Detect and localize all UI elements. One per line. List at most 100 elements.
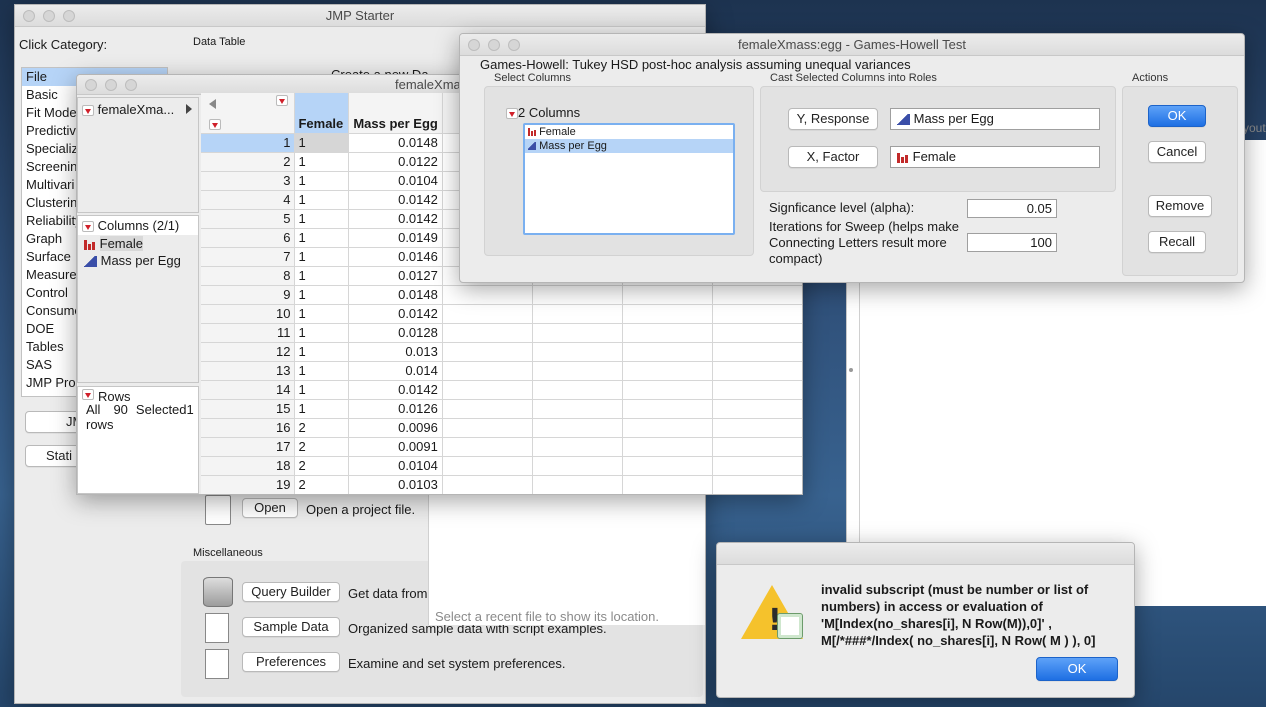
list-item-mass[interactable]: Mass per Egg (525, 139, 733, 153)
empty-cell[interactable] (532, 418, 623, 438)
close-icon[interactable] (468, 39, 480, 51)
female-cell[interactable]: 2 (294, 437, 350, 457)
zoom-icon[interactable] (508, 39, 520, 51)
sweep-field[interactable]: 100 (967, 233, 1057, 252)
row-number-cell[interactable]: 14 (201, 380, 296, 400)
female-cell[interactable]: 1 (294, 304, 350, 324)
mass-cell[interactable]: 0.0142 (348, 380, 443, 400)
column-list-menu-icon[interactable] (506, 108, 518, 120)
female-cell[interactable]: 1 (294, 171, 350, 191)
empty-cell[interactable] (622, 399, 713, 419)
female-cell[interactable]: 1 (294, 342, 350, 362)
female-cell[interactable]: 1 (294, 190, 350, 210)
row-number-cell[interactable]: 8 (201, 266, 296, 286)
mass-cell[interactable]: 0.0103 (348, 475, 443, 494)
splitter-handle[interactable] (849, 368, 853, 372)
empty-cell[interactable] (622, 418, 713, 438)
mass-cell[interactable]: 0.014 (348, 361, 443, 381)
empty-cell[interactable] (712, 380, 802, 400)
empty-cell[interactable] (532, 380, 623, 400)
mass-cell[interactable]: 0.0142 (348, 209, 443, 229)
empty-cell[interactable] (622, 342, 713, 362)
mass-cell[interactable]: 0.0126 (348, 399, 443, 419)
ok-button[interactable]: OK (1148, 105, 1206, 127)
row-number-cell[interactable]: 7 (201, 247, 296, 267)
table-row[interactable]: 10 1 0.0142 (201, 304, 802, 324)
empty-cell[interactable] (712, 285, 802, 305)
table-row[interactable]: 9 1 0.0148 (201, 285, 802, 305)
empty-cell[interactable] (622, 285, 713, 305)
open-button[interactable]: Open (242, 498, 298, 518)
female-cell[interactable]: 1 (294, 380, 350, 400)
collapse-arrow-icon[interactable] (209, 99, 216, 109)
header-mass[interactable]: Mass per Egg (348, 93, 443, 134)
column-item-mass[interactable]: Mass per Egg (78, 252, 198, 269)
zoom-icon[interactable] (125, 79, 137, 91)
table-row[interactable]: 15 1 0.0126 (201, 399, 802, 419)
empty-cell[interactable] (532, 323, 623, 343)
empty-cell[interactable] (442, 456, 533, 476)
mass-cell[interactable]: 0.0128 (348, 323, 443, 343)
row-number-cell[interactable]: 3 (201, 171, 296, 191)
empty-cell[interactable] (712, 456, 802, 476)
female-cell[interactable]: 1 (294, 228, 350, 248)
empty-cell[interactable] (442, 285, 533, 305)
row-number-cell[interactable]: 13 (201, 361, 296, 381)
y-response-field[interactable]: Mass per Egg (890, 108, 1100, 130)
empty-cell[interactable] (712, 418, 802, 438)
table-row[interactable]: 14 1 0.0142 (201, 380, 802, 400)
columns-menu-icon[interactable] (82, 221, 94, 233)
empty-cell[interactable] (532, 475, 623, 494)
close-icon[interactable] (85, 79, 97, 91)
x-factor-field[interactable]: Female (890, 146, 1100, 168)
x-factor-button[interactable]: X, Factor (788, 146, 878, 168)
empty-cell[interactable] (622, 323, 713, 343)
row-number-cell[interactable]: 11 (201, 323, 296, 343)
table-row[interactable]: 18 2 0.0104 (201, 456, 802, 476)
empty-cell[interactable] (712, 361, 802, 381)
female-cell[interactable]: 1 (294, 133, 350, 153)
female-cell[interactable]: 1 (294, 247, 350, 267)
female-cell[interactable]: 1 (294, 361, 350, 381)
mass-cell[interactable]: 0.0142 (348, 304, 443, 324)
mass-cell[interactable]: 0.013 (348, 342, 443, 362)
empty-cell[interactable] (532, 342, 623, 362)
female-cell[interactable]: 1 (294, 285, 350, 305)
corner-cell[interactable] (201, 93, 296, 134)
rows-menu-icon[interactable] (82, 389, 94, 400)
minimize-icon[interactable] (43, 10, 55, 22)
corner-menu-icon[interactable] (209, 119, 221, 130)
row-number-cell[interactable]: 17 (201, 437, 296, 457)
empty-cell[interactable] (442, 475, 533, 494)
table-menu-icon[interactable] (82, 105, 94, 117)
empty-cell[interactable] (622, 475, 713, 494)
preferences-button[interactable]: Preferences (242, 652, 340, 672)
column-list[interactable]: Female Mass per Egg (523, 123, 735, 235)
remove-button[interactable]: Remove (1148, 195, 1212, 217)
row-number-cell[interactable]: 4 (201, 190, 296, 210)
empty-cell[interactable] (442, 323, 533, 343)
column-item-female[interactable]: Female (78, 235, 198, 252)
row-number-cell[interactable]: 9 (201, 285, 296, 305)
alert-ok-button[interactable]: OK (1036, 657, 1118, 681)
empty-cell[interactable] (442, 399, 533, 419)
expand-arrow-icon[interactable] (186, 104, 192, 114)
empty-cell[interactable] (532, 437, 623, 457)
empty-cell[interactable] (712, 475, 802, 494)
row-number-cell[interactable]: 6 (201, 228, 296, 248)
female-cell[interactable]: 1 (294, 152, 350, 172)
empty-cell[interactable] (712, 323, 802, 343)
row-number-cell[interactable]: 5 (201, 209, 296, 229)
female-cell[interactable]: 1 (294, 399, 350, 419)
empty-cell[interactable] (532, 361, 623, 381)
row-number-cell[interactable]: 2 (201, 152, 296, 172)
female-cell[interactable]: 1 (294, 209, 350, 229)
row-number-cell[interactable]: 10 (201, 304, 296, 324)
table-row[interactable]: 11 1 0.0128 (201, 323, 802, 343)
table-row[interactable]: 16 2 0.0096 (201, 418, 802, 438)
sample-data-button[interactable]: Sample Data (242, 617, 340, 637)
empty-cell[interactable] (442, 304, 533, 324)
row-number-cell[interactable]: 19 (201, 475, 296, 494)
columns-count-row[interactable]: 2 Columns (506, 105, 580, 120)
cancel-button[interactable]: Cancel (1148, 141, 1206, 163)
